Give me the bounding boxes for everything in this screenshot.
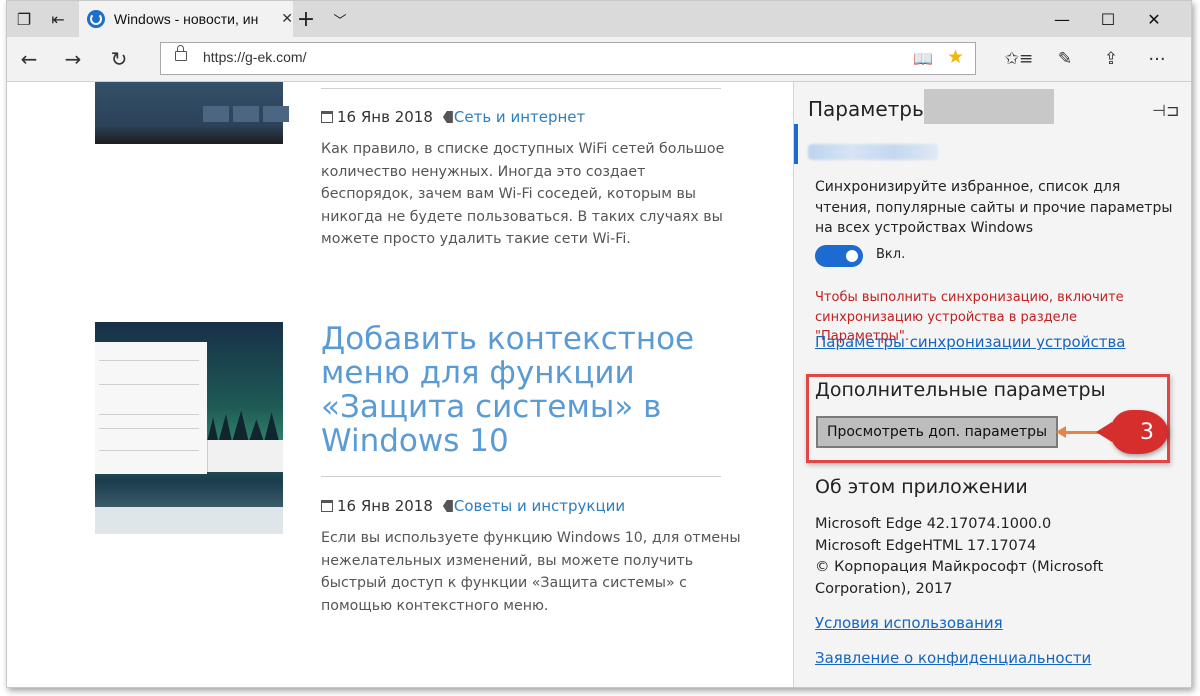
thumb-context-menu <box>95 342 207 474</box>
close-window-icon[interactable]: ✕ <box>1131 1 1177 37</box>
browser-window: ❐ ⇤ Windows - новости, ин ✕ + ﹀ — ☐ ✕ ← … <box>6 0 1192 688</box>
title-bar: ❐ ⇤ Windows - новости, ин ✕ + ﹀ — ☐ ✕ <box>7 1 1191 37</box>
settings-panel: Параметры ⊣⊐ Синхронизируйте избранное, … <box>793 82 1191 687</box>
redacted-account-email <box>808 144 938 160</box>
redacted-account-box <box>924 89 1054 124</box>
back-arrow-icon[interactable]: ← <box>7 37 51 81</box>
page-content: 16 Янв 2018 Сеть и интернет Как правило,… <box>7 82 792 687</box>
site-favicon-icon <box>87 10 105 28</box>
thumb-tile <box>203 106 229 122</box>
article-date: 16 Янв 2018 <box>337 497 433 515</box>
article-date: 16 Янв 2018 <box>337 108 433 126</box>
web-note-pen-icon[interactable]: ✎ <box>1043 37 1087 81</box>
article-meta: 16 Янв 2018 Сеть и интернет <box>321 108 585 126</box>
reading-view-icon[interactable]: 📖 <box>913 49 933 68</box>
thumb-tile <box>233 106 259 122</box>
tag-icon <box>442 500 453 512</box>
account-accent-bar <box>794 124 798 164</box>
sync-toggle[interactable] <box>815 245 863 267</box>
article-divider <box>321 476 721 477</box>
advanced-heading: Дополнительные параметры <box>815 379 1106 401</box>
article-category-link[interactable]: Сеть и интернет <box>454 108 585 126</box>
lock-icon <box>175 45 187 61</box>
callout-number: 3 <box>1140 419 1154 445</box>
article-category-link[interactable]: Советы и инструкции <box>454 497 625 515</box>
article-thumbnail[interactable] <box>95 322 283 534</box>
tabs-aside-icon[interactable]: ❐ <box>7 1 41 37</box>
step-callout-badge: 3 <box>1096 410 1168 454</box>
article-excerpt: Если вы используете функцию Windows 10, … <box>321 530 741 614</box>
favorite-star-icon[interactable]: ★ <box>947 46 964 68</box>
thumb-line <box>99 450 199 451</box>
thumb-line <box>99 360 199 361</box>
thumb-submenu <box>207 440 283 472</box>
favorites-hub-icon[interactable]: ✩≡ <box>997 37 1041 81</box>
about-heading: Об этом приложении <box>815 476 1028 498</box>
calendar-icon <box>321 500 333 512</box>
restore-tabs-icon[interactable]: ⇤ <box>41 1 75 37</box>
privacy-statement-link[interactable]: Заявление о конфиденциальности <box>815 649 1091 667</box>
article-meta: 16 Янв 2018 Советы и инструкции <box>321 497 625 515</box>
article-excerpt: Как правило, в списке доступных WiFi сет… <box>321 141 725 247</box>
terms-of-use-link[interactable]: Условия использования <box>815 614 1003 632</box>
navigation-bar: ← → ↻ https://g-ek.com/ 📖 ★ ✩≡ ✎ ⇪ ··· <box>7 37 1191 82</box>
thumb-tile <box>263 106 289 122</box>
tag-icon <box>442 111 453 123</box>
share-icon[interactable]: ⇪ <box>1089 37 1133 81</box>
sync-settings-link[interactable]: Параметры синхронизации устройства <box>815 333 1126 351</box>
pin-icon[interactable]: ⊣⊐ <box>1152 101 1179 120</box>
thumb-line <box>99 414 199 415</box>
about-copyright: © Корпорация Майкрософт (Microsoft Corpo… <box>815 559 1104 597</box>
new-tab-icon[interactable]: + <box>289 1 323 37</box>
maximize-icon[interactable]: ☐ <box>1085 1 1131 37</box>
thumb-line <box>99 384 199 385</box>
about-version-edgehtml: Microsoft EdgeHTML 17.17074 <box>815 538 1037 554</box>
thumb-trees <box>207 410 280 442</box>
article-divider <box>321 88 721 89</box>
settings-title: Параметры <box>808 97 928 121</box>
minimize-icon[interactable]: — <box>1039 1 1085 37</box>
tab-title: Windows - новости, ин <box>113 11 259 27</box>
article-thumbnail[interactable] <box>95 82 289 144</box>
address-bar[interactable]: https://g-ek.com/ 📖 ★ <box>160 42 976 75</box>
sync-description: Синхронизируйте избранное, список для чт… <box>815 179 1173 236</box>
sync-toggle-label: Вкл. <box>876 247 906 262</box>
about-version-edge: Microsoft Edge 42.17074.1000.0 <box>815 516 1052 532</box>
calendar-icon <box>321 111 333 123</box>
url-text[interactable]: https://g-ek.com/ <box>203 49 306 65</box>
forward-arrow-icon[interactable]: → <box>51 37 95 81</box>
article-title-link[interactable]: Добавить контекстное меню для функции «З… <box>321 322 741 458</box>
browser-tab[interactable]: Windows - новости, ин ✕ <box>79 1 293 37</box>
thumb-line <box>99 428 199 429</box>
view-advanced-settings-button[interactable]: Просмотреть доп. параметры <box>816 416 1058 448</box>
more-dots-icon[interactable]: ··· <box>1135 37 1179 81</box>
tab-preview-chevron-icon[interactable]: ﹀ <box>323 1 357 37</box>
refresh-icon[interactable]: ↻ <box>97 37 141 81</box>
thumb-sled <box>95 507 283 534</box>
